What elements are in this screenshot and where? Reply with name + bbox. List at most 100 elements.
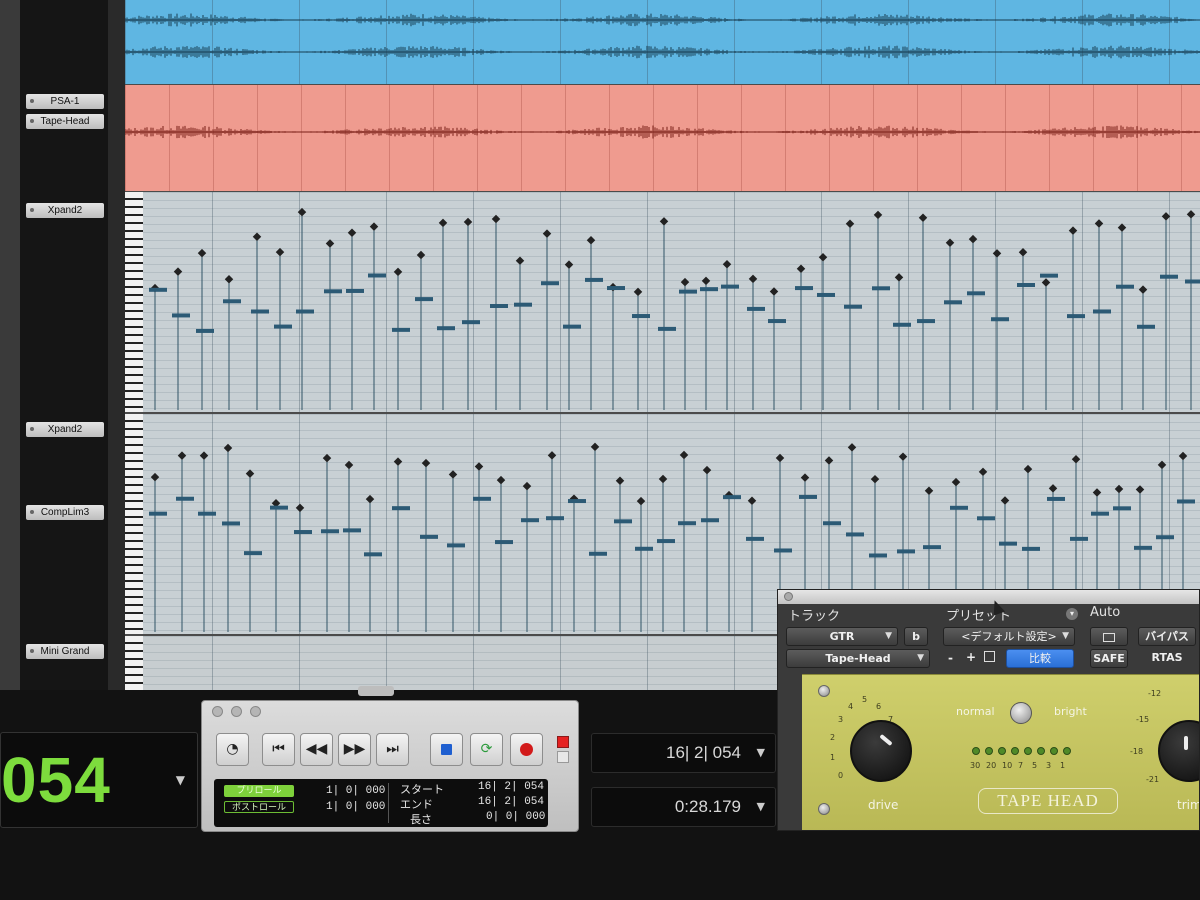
mini-keyboard[interactable] [125,636,143,690]
midi-note[interactable] [392,327,410,332]
midi-note[interactable] [746,536,764,541]
velocity-handle[interactable] [416,250,426,260]
midi-note[interactable] [149,511,167,516]
velocity-handle[interactable] [845,219,855,229]
midi-note[interactable] [1185,279,1200,284]
velocity-handle[interactable] [1094,219,1104,228]
velocity-handle[interactable] [197,248,207,258]
automation-button[interactable] [1090,627,1128,646]
tone-toggle[interactable] [1010,702,1032,724]
midi-note[interactable] [1047,496,1065,501]
postroll-button[interactable]: ポストロール [224,801,294,813]
midi-note[interactable] [415,297,433,302]
insert-tape-head[interactable]: Tape-Head [26,114,104,129]
velocity-handle[interactable] [223,443,233,453]
velocity-handle[interactable] [365,494,375,504]
midi-note[interactable] [198,511,216,516]
velocity-handle[interactable] [448,470,458,479]
velocity-handle[interactable] [1178,451,1188,461]
midi-note[interactable] [490,303,508,308]
velocity-handle[interactable] [800,473,810,482]
midi-note[interactable] [657,539,675,544]
midi-note[interactable] [296,309,314,314]
insert-complim3[interactable]: CompLim3 [26,505,104,520]
midi-note[interactable] [1116,284,1134,289]
velocity-handle[interactable] [870,474,880,484]
midi-note[interactable] [420,534,438,539]
midi-note[interactable] [1093,309,1111,314]
midi-note[interactable] [149,287,167,292]
midi-note[interactable] [872,286,890,291]
return-to-zero-button[interactable]: ⏮ [262,733,295,766]
midi-note[interactable] [364,552,382,557]
velocity-handle[interactable] [1114,484,1124,494]
velocity-handle[interactable] [347,228,357,237]
midi-note[interactable] [678,521,696,526]
chevron-down-icon[interactable]: ▼ [176,773,185,787]
velocity-handle[interactable] [1138,285,1148,294]
velocity-handle[interactable] [515,256,525,265]
velocity-handle[interactable] [615,476,625,485]
chevron-down-icon[interactable]: ▼ [757,746,765,759]
midi-note[interactable] [607,286,625,291]
midi-note[interactable] [869,553,887,558]
midi-note[interactable] [700,287,718,292]
preset-selector[interactable]: <デフォルト設定> ▼ [943,627,1075,646]
online-button[interactable]: ◔ [216,733,249,766]
velocity-handle[interactable] [542,229,552,238]
midi-note[interactable] [495,540,513,545]
rewind-button[interactable]: ◀◀ [300,733,333,766]
velocity-handle[interactable] [978,467,988,477]
velocity-handle[interactable] [873,210,883,220]
midi-note[interactable] [967,291,985,296]
velocity-handle[interactable] [722,259,732,269]
midi-note[interactable] [950,505,968,510]
preset-menu-icon[interactable]: ▾ [1066,608,1078,620]
insert-mini-grand[interactable]: Mini Grand [26,644,104,659]
velocity-handle[interactable] [680,277,690,287]
midi-note[interactable] [447,543,465,548]
velocity-handle[interactable] [894,273,904,282]
velocity-handle[interactable] [438,218,448,228]
velocity-handle[interactable] [150,472,160,482]
midi-note[interactable] [614,519,632,524]
insert-selector[interactable]: Tape-Head ▼ [786,649,930,668]
velocity-handle[interactable] [1092,488,1102,497]
midi-note[interactable] [944,300,962,305]
velocity-handle[interactable] [1117,223,1127,232]
close-icon[interactable] [784,592,793,601]
bypass-button[interactable]: バイパス [1138,627,1196,646]
record-button[interactable] [510,733,543,766]
velocity-handle[interactable] [1023,464,1033,474]
midi-note[interactable] [1134,545,1152,550]
preroll-button[interactable]: プリロール [224,785,294,797]
velocity-handle[interactable] [992,249,1002,258]
go-to-end-button[interactable]: ⏭ [376,733,409,766]
stop-button[interactable] [430,733,463,766]
velocity-handle[interactable] [344,460,354,470]
velocity-handle[interactable] [679,450,689,460]
zoom-icon[interactable] [250,706,261,717]
velocity-handle[interactable] [702,465,712,475]
midi-note[interactable] [1022,546,1040,551]
velocity-handle[interactable] [564,260,574,269]
midi-note[interactable] [721,284,739,289]
velocity-handle[interactable] [199,451,209,460]
copy-icon[interactable] [984,651,995,662]
velocity-handle[interactable] [224,275,234,284]
velocity-handle[interactable] [1135,485,1145,494]
midi-note[interactable] [546,516,564,521]
velocity-handle[interactable] [463,217,473,227]
velocity-handle[interactable] [769,287,779,296]
record-mode-grey[interactable] [557,751,569,763]
midi-note[interactable] [270,505,288,510]
velocity-handle[interactable] [918,213,928,223]
midi-note[interactable] [196,328,214,333]
minimize-icon[interactable] [231,706,242,717]
velocity-handle[interactable] [951,477,961,487]
velocity-handle[interactable] [245,469,255,478]
velocity-handle[interactable] [1041,278,1051,287]
midi-note[interactable] [977,516,995,521]
velocity-handle[interactable] [369,222,379,231]
velocity-handle[interactable] [658,474,668,484]
